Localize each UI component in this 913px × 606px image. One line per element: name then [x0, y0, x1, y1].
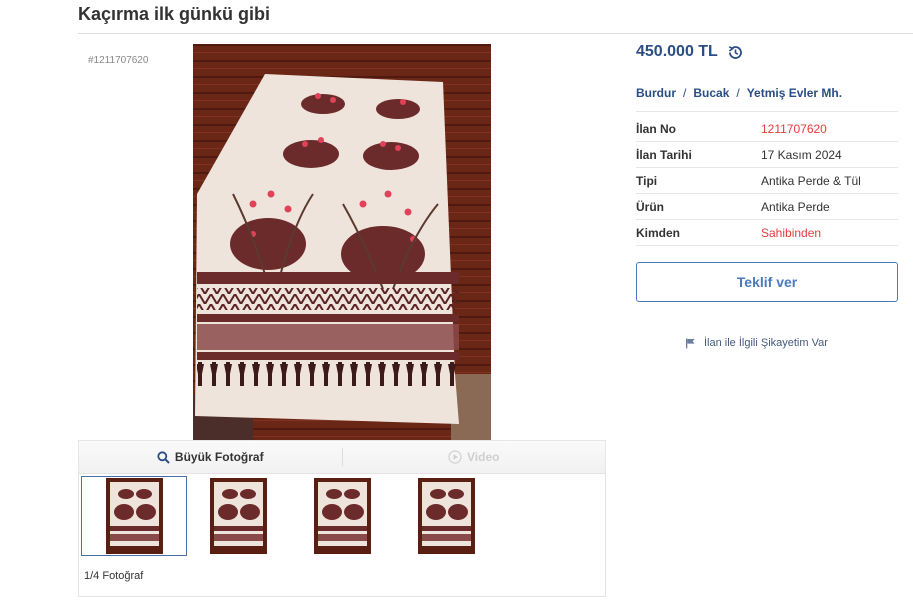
- details-table: İlan No 1211707620 İlan Tarihi 17 Kasım …: [636, 116, 898, 246]
- detail-row-type: Tipi Antika Perde & Tül: [636, 168, 898, 194]
- location-district-link[interactable]: Bucak: [693, 86, 729, 100]
- detail-value: 1211707620: [761, 121, 827, 136]
- thumbnail-panel: 1/4 Fotoğraf: [78, 473, 606, 597]
- search-icon: [157, 450, 170, 464]
- report-listing-link[interactable]: İlan ile İlgili Şikayetim Var: [685, 337, 828, 349]
- thumbnail-3[interactable]: [290, 477, 394, 555]
- breadcrumb-separator: /: [683, 86, 687, 100]
- video-label: Video: [467, 450, 500, 464]
- detail-row-seller-type: Kimden Sahibinden: [636, 220, 898, 246]
- page-title: Kaçırma ilk günkü gibi: [78, 4, 271, 24]
- thumbnail-2[interactable]: [186, 477, 290, 555]
- big-photo-button[interactable]: Büyük Fotoğraf: [79, 441, 342, 473]
- carpet-thumb-icon: [313, 478, 371, 554]
- detail-key: Kimden: [636, 225, 681, 240]
- detail-row-listing-no: İlan No 1211707620: [636, 116, 898, 142]
- report-listing-label: İlan ile İlgili Şikayetim Var: [704, 337, 828, 349]
- photo-count: 1/4 Fotoğraf: [84, 570, 144, 582]
- detail-row-date: İlan Tarihi 17 Kasım 2024: [636, 142, 898, 168]
- detail-row-product: Ürün Antika Perde: [636, 194, 898, 220]
- make-offer-button[interactable]: Teklif ver: [636, 262, 898, 302]
- history-icon[interactable]: [727, 44, 744, 61]
- play-icon: [448, 450, 462, 464]
- price: 450.000 TL: [636, 43, 718, 60]
- detail-value: 17 Kasım 2024: [761, 147, 842, 162]
- detail-key: İlan No: [636, 121, 677, 136]
- detail-key: İlan Tarihi: [636, 147, 692, 162]
- detail-key: Ürün: [636, 199, 664, 214]
- detail-value: Sahibinden: [761, 225, 822, 240]
- location-neighborhood-link[interactable]: Yetmiş Evler Mh.: [747, 86, 842, 100]
- thumbnail-1[interactable]: [81, 476, 187, 556]
- breadcrumb-divider: [636, 111, 898, 112]
- location-breadcrumb: Burdur / Bucak / Yetmiş Evler Mh.: [636, 86, 842, 100]
- breadcrumb-separator: /: [736, 86, 740, 100]
- detail-value: Antika Perde & Tül: [761, 173, 861, 188]
- listing-id-tag: #1211707620: [88, 55, 149, 66]
- carpet-thumb-icon: [209, 478, 267, 554]
- carpet-thumb-icon: [417, 478, 475, 554]
- photo-toolbar: Büyük Fotoğraf Video: [78, 440, 606, 473]
- thumbnail-4[interactable]: [394, 477, 498, 555]
- flag-icon: [686, 338, 695, 348]
- title-divider: [78, 33, 913, 34]
- carpet-thumb-icon: [105, 478, 163, 554]
- detail-value: Antika Perde: [761, 199, 830, 214]
- detail-key: Tipi: [636, 173, 658, 188]
- location-city-link[interactable]: Burdur: [636, 86, 676, 100]
- price-row: 450.000 TL: [636, 43, 744, 61]
- video-button[interactable]: Video: [343, 441, 606, 473]
- carpet-photo-icon: [193, 44, 491, 440]
- main-photo[interactable]: [193, 44, 491, 440]
- big-photo-label: Büyük Fotoğraf: [174, 450, 264, 464]
